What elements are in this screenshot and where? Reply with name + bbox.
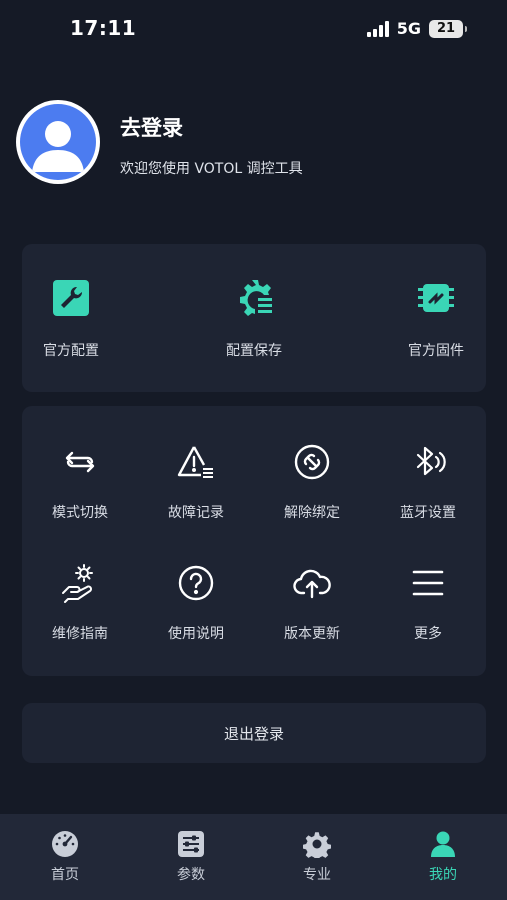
config-save-button[interactable]: 配置保存 xyxy=(199,244,309,392)
tab-home[interactable]: 首页 xyxy=(10,814,120,900)
wrench-icon xyxy=(51,278,91,318)
tab-params[interactable]: 参数 xyxy=(136,814,246,900)
tab-params-label: 参数 xyxy=(177,867,205,883)
version-update-label: 版本更新 xyxy=(284,626,340,642)
sliders-icon xyxy=(177,830,205,858)
tab-home-label: 首页 xyxy=(51,867,79,883)
quick-actions-card: 官方配置 配置保存 官方固件 xyxy=(22,244,486,392)
official-firmware-button[interactable]: 官方固件 xyxy=(381,244,491,392)
fault-log-button[interactable]: 故障记录 xyxy=(138,406,254,521)
logout-button[interactable]: 退出登录 xyxy=(22,703,486,763)
battery-level: 21 xyxy=(436,20,456,36)
signal-icon xyxy=(366,20,389,37)
help-icon xyxy=(176,563,216,603)
person-icon xyxy=(429,830,457,858)
welcome-subtitle: 欢迎您使用 VOTOL 调控工具 xyxy=(120,161,303,177)
battery-icon: 21 xyxy=(429,19,467,38)
unbind-button[interactable]: 解除绑定 xyxy=(254,406,370,521)
unbind-label: 解除绑定 xyxy=(284,505,340,521)
official-firmware-label: 官方固件 xyxy=(408,343,464,359)
config-save-label: 配置保存 xyxy=(226,343,282,359)
tab-mine-label: 我的 xyxy=(429,867,457,883)
avatar[interactable] xyxy=(16,100,100,184)
swap-icon xyxy=(60,442,100,482)
official-config-label: 官方配置 xyxy=(43,343,99,359)
bottom-tab-bar: 首页 参数 专业 我的 xyxy=(0,814,507,900)
cloud-upload-icon xyxy=(292,563,332,603)
mode-switch-button[interactable]: 模式切换 xyxy=(22,406,138,521)
unlink-icon xyxy=(292,442,332,482)
profile-header[interactable]: 去登录 欢迎您使用 VOTOL 调控工具 xyxy=(0,98,507,188)
hand-gear-icon xyxy=(60,563,100,603)
more-button[interactable]: 更多 xyxy=(370,527,486,642)
status-indicators: 5G 21 xyxy=(366,19,467,38)
user-manual-button[interactable]: 使用说明 xyxy=(138,527,254,642)
login-title[interactable]: 去登录 xyxy=(120,112,183,142)
repair-guide-label: 维修指南 xyxy=(52,626,108,642)
warning-list-icon xyxy=(176,442,216,482)
official-config-button[interactable]: 官方配置 xyxy=(16,244,126,392)
tab-pro[interactable]: 专业 xyxy=(262,814,372,900)
chip-icon xyxy=(416,278,456,318)
bluetooth-settings-button[interactable]: 蓝牙设置 xyxy=(370,406,486,521)
avatar-person-icon xyxy=(20,104,96,180)
gear-save-icon xyxy=(234,278,274,318)
tab-pro-label: 专业 xyxy=(303,867,331,883)
gauge-icon xyxy=(51,830,79,858)
version-update-button[interactable]: 版本更新 xyxy=(254,527,370,642)
repair-guide-button[interactable]: 维修指南 xyxy=(22,527,138,642)
gear-icon xyxy=(302,830,332,862)
status-time: 17:11 xyxy=(70,16,137,40)
menu-icon xyxy=(408,563,448,603)
more-label: 更多 xyxy=(414,626,442,642)
tab-mine[interactable]: 我的 xyxy=(388,814,498,900)
network-type: 5G xyxy=(396,19,421,38)
status-bar: 17:11 5G 21 xyxy=(0,0,507,58)
mode-switch-label: 模式切换 xyxy=(52,505,108,521)
fault-log-label: 故障记录 xyxy=(168,505,224,521)
user-manual-label: 使用说明 xyxy=(168,626,224,642)
bluetooth-settings-label: 蓝牙设置 xyxy=(400,505,456,521)
bluetooth-icon xyxy=(408,442,448,482)
tools-card: 模式切换 故障记录 解除绑定 蓝牙设置 维修指南 使用说明 版本更新 更多 xyxy=(22,406,486,676)
logout-label: 退出登录 xyxy=(223,724,284,743)
